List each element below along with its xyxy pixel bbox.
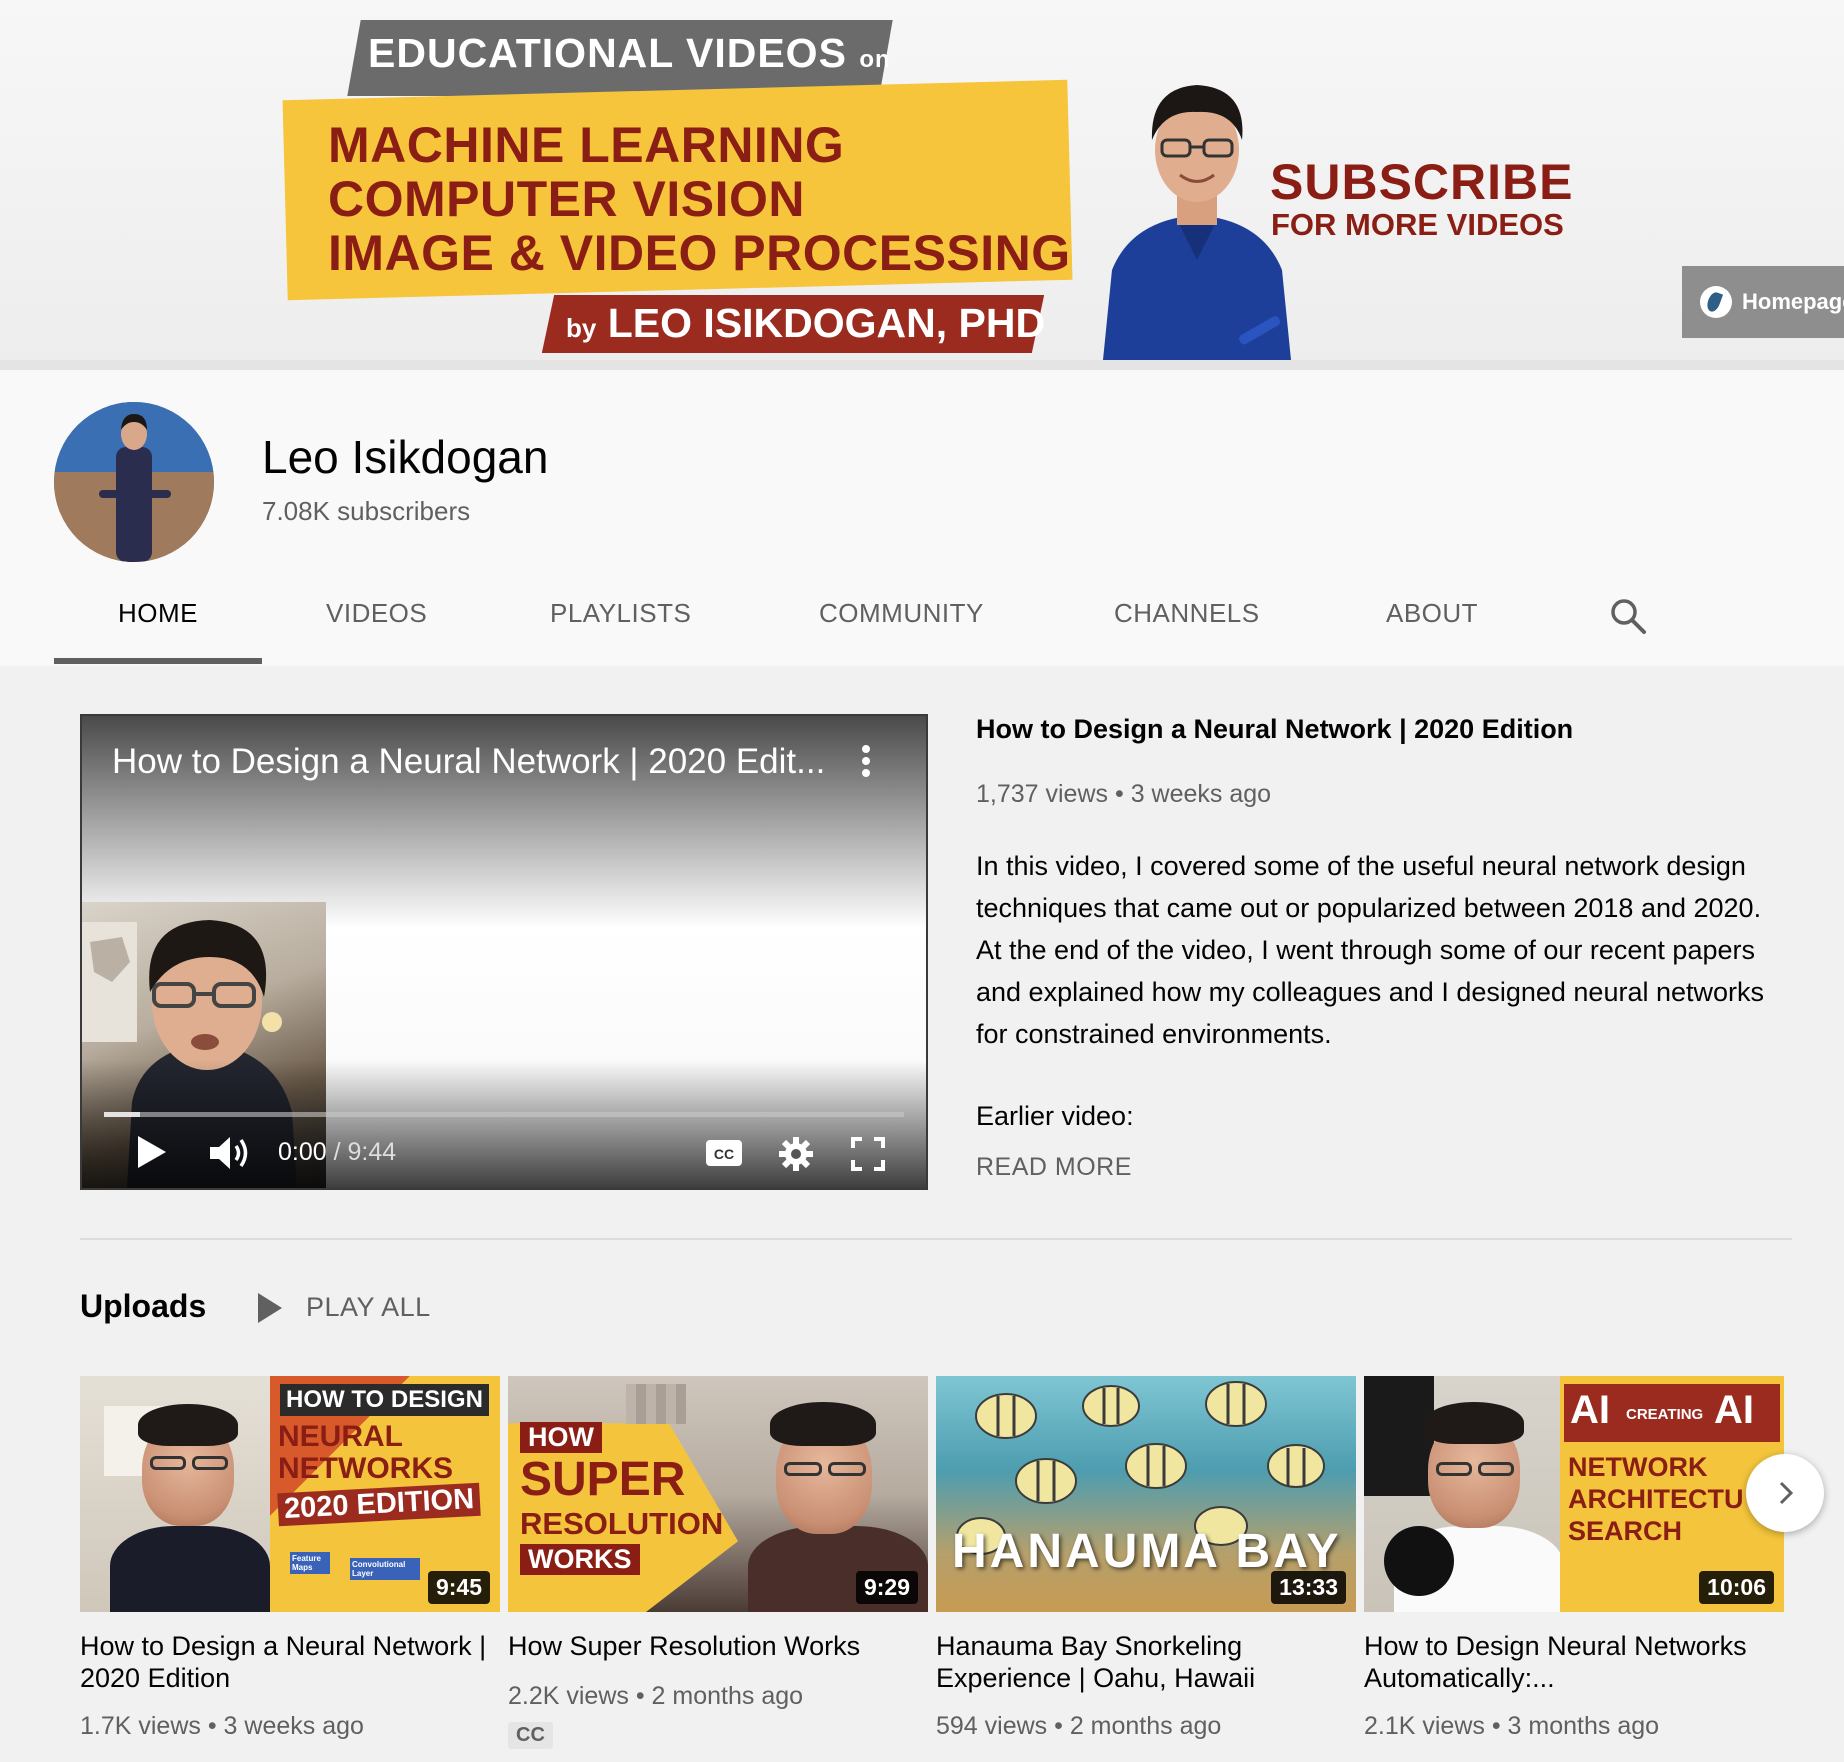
featured-earlier-video-label: Earlier video: [976, 1101, 1134, 1131]
video-card[interactable]: HOW SUPER RESOLUTION WORKS 9:29 How Supe… [508, 1376, 928, 1762]
video-meta: 594 views • 2 months ago [936, 1712, 1222, 1740]
featured-video-title[interactable]: How to Design a Neural Network | 2020 Ed… [976, 714, 1573, 745]
video-card[interactable]: AI CREATING AI NETWORK ARCHITECTU SEARCH… [1364, 1376, 1784, 1762]
video-meta: 2.2K views • 2 months ago [508, 1682, 804, 1710]
video-thumbnail[interactable]: HANAUMA BAY 13:33 [936, 1376, 1356, 1612]
channel-name: Leo Isikdogan [262, 431, 549, 483]
banner-topic-2: COMPUTER VISION [328, 171, 805, 227]
video-meta: 1.7K views • 3 weeks ago [80, 1712, 364, 1740]
play-all-label: PLAY ALL [306, 1292, 431, 1322]
thumb-small-text: Convolutional Layer [350, 1558, 420, 1580]
thumb-text-line: NEURAL [278, 1420, 403, 1453]
thumb-text-line: CREATING [1626, 1406, 1704, 1423]
fullscreen-icon[interactable] [850, 1136, 886, 1172]
play-icon[interactable] [134, 1134, 168, 1170]
subscriber-count: 7.08K subscribers [262, 496, 471, 526]
tab-community[interactable]: COMMUNITY [819, 598, 984, 629]
thumb-text-line: HOW [520, 1422, 602, 1453]
uploads-shelf-title[interactable]: Uploads [80, 1288, 206, 1325]
tab-channels[interactable]: CHANNELS [1114, 598, 1260, 629]
cc-badge: CC [508, 1722, 553, 1749]
video-duration: 13:33 [1271, 1571, 1346, 1604]
thumb-text-line: SUPER [520, 1453, 686, 1506]
homepage-link[interactable]: Homepage [1682, 266, 1844, 338]
tab-home[interactable]: HOME [118, 598, 198, 629]
thumb-text-line: NETWORK [1568, 1452, 1708, 1482]
svg-text:CC: CC [714, 1146, 734, 1162]
play-all-button[interactable]: PLAY ALL [258, 1292, 431, 1323]
video-title[interactable]: How to Design Neural Networks Automatica… [1364, 1630, 1784, 1694]
tab-playlists[interactable]: PLAYLISTS [550, 598, 691, 629]
banner-separator [0, 360, 1844, 370]
tab-videos[interactable]: VIDEOS [326, 598, 427, 629]
channel-banner: EDUCATIONAL VIDEOS on MACHINE LEARNING C… [0, 0, 1844, 370]
settings-gear-icon[interactable] [778, 1136, 814, 1172]
player-progress-fill [104, 1112, 140, 1117]
thumb-text-line: AI [1714, 1388, 1754, 1432]
captions-icon[interactable]: CC [704, 1138, 744, 1168]
channel-avatar[interactable] [54, 402, 214, 562]
thumb-small-text: Feature Maps [290, 1552, 330, 1574]
play-all-icon [258, 1292, 282, 1323]
banner-author: by LEO ISIKDOGAN, PHD [566, 300, 1046, 346]
player-progress-bar[interactable] [104, 1112, 904, 1117]
featured-video-meta: 1,737 views • 3 weeks ago [976, 780, 1272, 808]
video-meta: 2.1K views • 3 months ago [1364, 1712, 1660, 1740]
search-icon[interactable] [1608, 596, 1648, 636]
video-title[interactable]: How Super Resolution Works [508, 1630, 928, 1662]
banner-topic-3: IMAGE & VIDEO PROCESSING [328, 225, 1071, 281]
banner-subscribe-subtext: FOR MORE VIDEOS [1271, 207, 1564, 242]
thumb-text-line: ARCHITECTU [1568, 1484, 1744, 1514]
player-title[interactable]: How to Design a Neural Network | 2020 Ed… [112, 742, 825, 782]
video-duration: 9:45 [427, 1571, 490, 1604]
active-tab-indicator [54, 658, 262, 664]
video-thumbnail[interactable]: HOW SUPER RESOLUTION WORKS 9:29 [508, 1376, 928, 1612]
thumb-text-line: NETWORKS [278, 1452, 453, 1485]
video-duration: 9:29 [855, 1571, 918, 1604]
video-duration: 10:06 [1699, 1571, 1774, 1604]
player-time: 0:00 / 9:44 [278, 1138, 397, 1166]
banner-topic-1: MACHINE LEARNING [328, 117, 845, 173]
thumb-text-line: AI [1570, 1388, 1610, 1432]
video-thumbnail[interactable]: HOW TO DESIGN NEURAL NETWORKS 2020 EDITI… [80, 1376, 500, 1612]
thumb-text-line: SEARCH [1568, 1516, 1683, 1546]
banner-subscribe-text: SUBSCRIBE [1270, 154, 1574, 210]
video-card[interactable]: HOW TO DESIGN NEURAL NETWORKS 2020 EDITI… [80, 1376, 500, 1762]
thumb-text-line: WORKS [520, 1544, 640, 1575]
featured-video-description: In this video, I covered some of the use… [976, 851, 1765, 1049]
read-more-button[interactable]: READ MORE [976, 1153, 1132, 1182]
homepage-link-label: Homepage [1742, 289, 1844, 314]
section-divider [80, 1238, 1792, 1240]
video-card[interactable]: HANAUMA BAY 13:33 Hanauma Bay Snorkeling… [936, 1376, 1356, 1762]
avatar-person-illustration [54, 402, 214, 562]
banner-edu-text: EDUCATIONAL VIDEOS on [368, 30, 891, 76]
shelf-next-button[interactable] [1746, 1454, 1824, 1532]
thumb-text-line: RESOLUTION [520, 1506, 724, 1541]
homepage-logo-icon [1700, 286, 1732, 318]
player-more-icon[interactable] [858, 742, 874, 782]
video-thumbnail[interactable]: AI CREATING AI NETWORK ARCHITECTU SEARCH… [1364, 1376, 1784, 1612]
chevron-right-icon [1779, 1481, 1794, 1505]
video-title[interactable]: How to Design a Neural Network | 2020 Ed… [80, 1630, 500, 1694]
volume-icon[interactable] [208, 1134, 252, 1172]
video-title[interactable]: Hanauma Bay Snorkeling Experience | Oahu… [936, 1630, 1356, 1694]
thumb-text-line: HOW TO DESIGN [280, 1384, 489, 1416]
tab-about[interactable]: ABOUT [1386, 598, 1478, 629]
